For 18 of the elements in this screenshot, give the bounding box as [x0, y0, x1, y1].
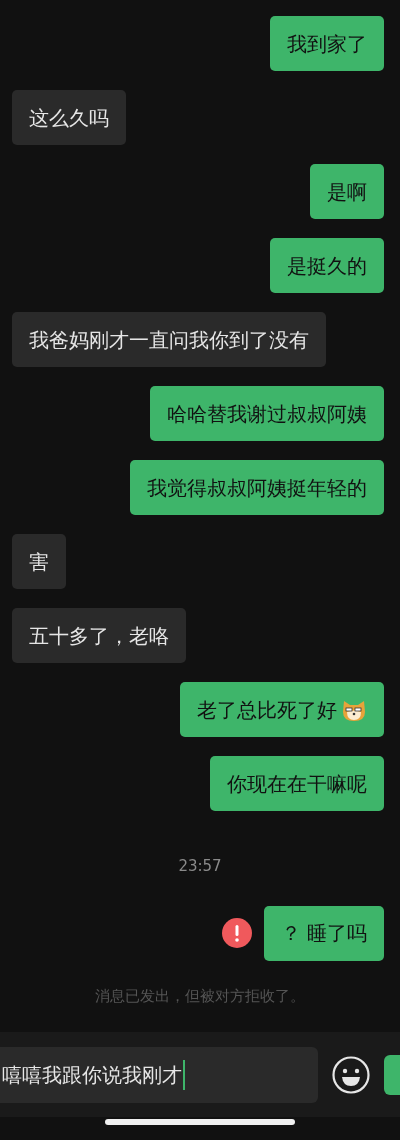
message-text: 五十多了，老咯 — [29, 622, 169, 650]
message-text: 害 — [29, 548, 49, 576]
message-text: 是挺久的 — [287, 252, 367, 280]
message-text: ？ 睡了吗 — [280, 920, 367, 947]
message-text: 我到家了 — [287, 30, 367, 58]
message-text: 老了总比死了好 — [197, 696, 337, 724]
timestamp: 23:57 — [178, 856, 222, 877]
system-notice: 消息已发出，但被对方拒收了。 — [95, 985, 305, 1007]
error-icon[interactable] — [221, 918, 252, 948]
message-text: 我爸妈刚才一直问我你到了没有 — [29, 326, 309, 354]
message-text: 你现在在干嘛呢 — [227, 770, 367, 798]
send-button[interactable] — [384, 1054, 400, 1095]
message-text: 是啊 — [327, 178, 367, 206]
message-text: 这么久吗 — [29, 104, 109, 132]
message-input[interactable]: 嘻嘻我跟你说我刚才 — [0, 1046, 318, 1103]
message-text: 哈哈替我谢过叔叔阿姨 — [167, 400, 367, 428]
smiley-icon[interactable] — [332, 1055, 370, 1094]
message-text: 我觉得叔叔阿姨挺年轻的 — [147, 474, 367, 502]
